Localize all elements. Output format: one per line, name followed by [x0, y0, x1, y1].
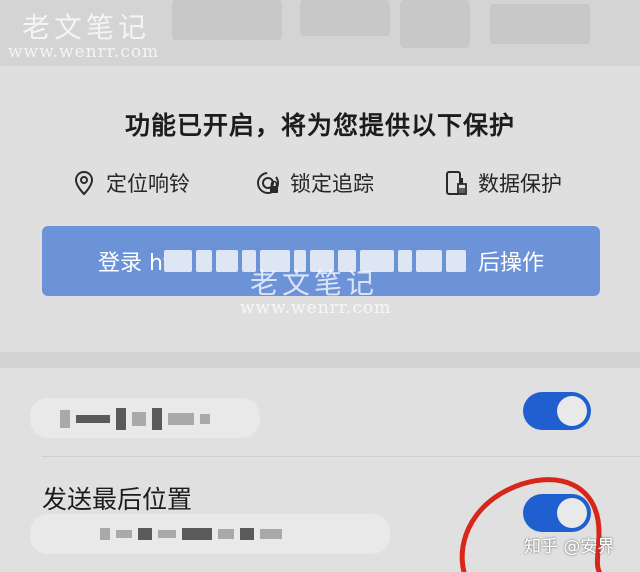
feature-label: 锁定追踪	[290, 172, 374, 196]
watermark-brand: 老文笔记	[250, 267, 379, 300]
lock-radar-icon	[257, 172, 279, 194]
blurred-header-image	[490, 4, 590, 44]
blurred-header-image	[172, 0, 282, 40]
feature-data-protection: 数据保护	[444, 166, 562, 200]
feature-label: 数据保护	[478, 172, 562, 196]
protection-headline: 功能已开启，将为您提供以下保护	[124, 111, 515, 140]
feature-label: 定位响铃	[106, 172, 190, 196]
watermark-domain: www.wenrr.com	[8, 42, 160, 62]
send-last-location-title: 发送最后位置	[42, 485, 193, 514]
feature-list: 定位响铃 锁定追踪 数据保护	[0, 166, 640, 200]
location-pin-icon	[74, 170, 94, 196]
toggle-knob	[557, 396, 587, 426]
redacted-text	[60, 408, 210, 430]
login-button-suffix: 后操作	[477, 251, 544, 276]
blurred-header-image	[300, 0, 390, 36]
watermark-brand: 老文笔记	[22, 11, 151, 44]
zhihu-credit: 知乎 @安界	[524, 537, 615, 557]
row-divider	[42, 456, 640, 457]
section-divider	[0, 352, 640, 368]
blurred-header-image	[400, 0, 470, 48]
watermark-domain: www.wenrr.com	[240, 298, 392, 318]
feature-lock-tracking: 锁定追踪	[256, 166, 374, 200]
redacted-text	[100, 528, 282, 540]
phone-broom-icon	[446, 171, 467, 195]
row1-toggle[interactable]	[523, 392, 591, 430]
feature-ring-location: 定位响铃	[72, 166, 190, 200]
